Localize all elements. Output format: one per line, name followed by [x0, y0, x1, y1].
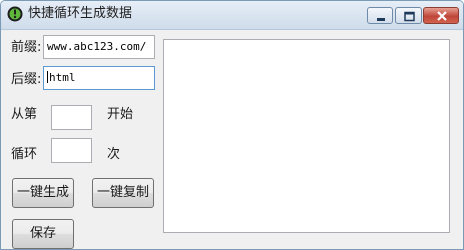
- window-title: 快捷循环生成数据: [28, 6, 133, 21]
- suffix-input-value: html: [49, 71, 76, 84]
- output-text-area[interactable]: [163, 39, 450, 233]
- loop-input[interactable]: [51, 138, 92, 163]
- close-icon: [437, 11, 447, 21]
- title-bar[interactable]: 快捷循环生成数据: [1, 1, 463, 30]
- loop-label: 循环: [11, 147, 38, 162]
- minimize-icon: [377, 18, 385, 21]
- loop-suffix-label: 次: [107, 147, 121, 162]
- save-button[interactable]: 保存: [12, 219, 74, 249]
- app-window: 快捷循环生成数据 前缀: www.abc123.com/ 后缀: html 从第…: [0, 0, 464, 250]
- maximize-button[interactable]: [395, 7, 422, 24]
- prefix-input[interactable]: www.abc123.com/: [43, 35, 155, 59]
- start-label: 从第: [11, 107, 38, 122]
- prefix-label: 前缀:: [11, 40, 42, 55]
- suffix-input[interactable]: html: [43, 66, 155, 90]
- app-icon: [7, 6, 23, 22]
- close-button[interactable]: [423, 7, 459, 24]
- start-input[interactable]: [51, 105, 92, 130]
- text-caret: [47, 71, 48, 83]
- suffix-label: 后缀:: [11, 72, 42, 87]
- copy-button[interactable]: 一键复制: [92, 178, 154, 208]
- minimize-button[interactable]: [367, 7, 393, 24]
- maximize-icon: [404, 11, 415, 22]
- start-suffix-label: 开始: [107, 107, 134, 122]
- generate-button[interactable]: 一键生成: [12, 178, 74, 208]
